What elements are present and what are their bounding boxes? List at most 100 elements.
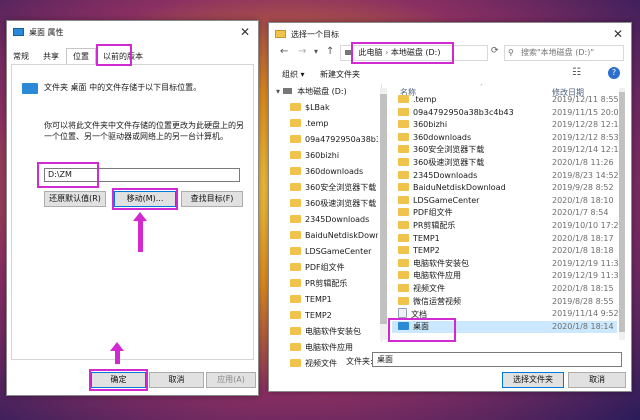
file-row[interactable]: PR剪辑配乐 2019/10/10 17:24 [392, 220, 624, 233]
tree-item-label: LDSGameCenter [305, 247, 372, 256]
folder-icon [290, 327, 301, 335]
folder-icon [290, 183, 301, 191]
view-icon[interactable]: ☷ [572, 67, 581, 78]
search-icon: ⚲ [508, 48, 514, 57]
file-row[interactable]: 360downloads 2019/12/12 8:53 [392, 132, 619, 145]
restore-default-button[interactable]: 还原默认值(R) [44, 191, 106, 207]
tree-item[interactable]: 360downloads [290, 164, 378, 180]
refresh-icon[interactable]: ⟳ [491, 46, 499, 56]
address-bar[interactable]: 此电脑 › 本地磁盘 (D:) [340, 45, 488, 61]
organize-menu[interactable]: 组织 ▾ [282, 69, 305, 80]
select-folder-button[interactable]: 选择文件夹 [502, 372, 564, 388]
file-row[interactable]: LDSGameCenter 2020/1/8 18:10 [392, 195, 617, 208]
tree-scrollbar-thumb[interactable] [380, 94, 387, 324]
file-row[interactable]: 2345Downloads 2019/8/23 14:52 [392, 170, 619, 183]
tree-item[interactable]: 360极速浏览器下载 [290, 196, 378, 212]
file-row[interactable]: 电脑软件安装包 2019/12/19 11:35 [392, 258, 624, 271]
file-row[interactable]: 微信运营视频 2019/8/28 8:55 [392, 296, 617, 309]
file-row[interactable]: 电脑软件应用 2019/12/19 11:35 [392, 270, 624, 283]
tree-item[interactable]: BaiduNetdiskDownl [290, 228, 378, 244]
breadcrumb-drive-d[interactable]: 本地磁盘 (D:) [391, 48, 441, 57]
file-row[interactable]: 360bizhi 2019/12/28 12:10 [392, 119, 624, 132]
tree-item-label: PR剪辑配乐 [305, 279, 348, 288]
file-name: 视频文件 [413, 284, 445, 293]
search-input[interactable]: 搜索"本地磁盘 (D:)" [504, 45, 624, 61]
tab-location[interactable]: 位置 [66, 48, 96, 64]
tree-item[interactable]: TEMP2 [290, 308, 378, 324]
breadcrumb-this-pc[interactable]: 此电脑 [359, 48, 383, 57]
folder-name-input[interactable]: 桌面 [372, 352, 622, 367]
folder-icon [290, 359, 301, 367]
new-folder-button[interactable]: 新建文件夹 [320, 69, 360, 80]
folder-icon [290, 167, 301, 175]
tab-sharing[interactable]: 共享 [36, 48, 66, 64]
folder-icon [398, 258, 409, 267]
tree-item[interactable]: .temp [290, 116, 378, 132]
file-row[interactable]: 360极速浏览器下载 2020/1/8 11:26 [392, 157, 617, 170]
tree-item[interactable]: 09a4792950a38b3c4 [290, 132, 378, 148]
tree-root[interactable]: ▾ 本地磁盘 (D:) [276, 84, 347, 100]
tree-item[interactable]: PR剪辑配乐 [290, 276, 378, 292]
file-name: 360bizhi [413, 120, 448, 130]
tab-general[interactable]: 常规 [6, 48, 36, 64]
folder-icon [398, 145, 409, 154]
folder-icon [398, 221, 409, 229]
drive-icon [345, 50, 353, 55]
file-row[interactable]: 09a4792950a38b3c4b43 2019/11/15 20:02 [392, 107, 624, 120]
tree-item[interactable]: 360安全浏览器下载 [290, 180, 378, 196]
move-button[interactable]: 移动(M)... [114, 191, 176, 207]
file-row[interactable]: PDF组文件 2020/1/7 8:54 [392, 207, 617, 220]
location-description: 文件夹 桌面 中的文件存储于以下目标位置。 [44, 83, 202, 92]
close-icon[interactable]: ✕ [232, 25, 258, 39]
folder-icon [398, 158, 409, 166]
picker-cancel-button[interactable]: 取消 [568, 372, 626, 388]
file-row[interactable]: 360安全浏览器下载 2019/12/14 12:12 [392, 144, 624, 157]
up-icon[interactable]: ↑ [326, 46, 334, 57]
ok-button[interactable]: 确定 [91, 372, 146, 388]
back-icon[interactable]: ← [280, 46, 288, 57]
tree-item[interactable]: 电脑软件安装包 [290, 324, 378, 340]
folder-icon [398, 208, 409, 217]
file-date: 2019/9/28 8:52 [552, 183, 614, 193]
tree-item[interactable]: 2345Downloads [290, 212, 378, 228]
path-input[interactable]: D:\ZM [44, 168, 240, 182]
file-name: PDF组文件 [413, 208, 453, 218]
folder-icon [398, 107, 409, 116]
tree-item[interactable]: $LBak [290, 100, 378, 116]
file-row[interactable]: 视频文件 2020/1/8 18:15 [392, 283, 617, 296]
file-row[interactable]: TEMP1 2020/1/8 18:17 [392, 233, 617, 246]
help-icon[interactable]: ? [608, 67, 620, 79]
file-row[interactable]: BaiduNetdiskDownload 2019/9/28 8:52 [392, 182, 617, 195]
tree-scrollbar[interactable] [380, 88, 387, 340]
tree-item[interactable]: 360bizhi [290, 148, 378, 164]
tree-item-label: 360downloads [305, 167, 364, 176]
file-row[interactable]: 桌面 2020/1/8 18:14 [392, 320, 617, 334]
tab-previous-versions[interactable]: 以前的版本 [96, 48, 150, 64]
tree-item[interactable]: PDF组文件 [290, 260, 378, 276]
file-name: TEMP1 [413, 233, 440, 243]
folder-icon [398, 284, 409, 292]
folder-icon [290, 119, 301, 127]
file-scrollbar-thumb[interactable] [619, 92, 625, 332]
find-target-button[interactable]: 查找目标(F) [181, 191, 243, 207]
file-date: 2019/12/11 8:55 [552, 95, 619, 104]
tree-item-label: 2345Downloads [305, 215, 370, 224]
tree-item[interactable]: TEMP1 [290, 292, 378, 308]
file-row[interactable]: 文档 2019/11/14 9:52 [392, 308, 619, 321]
dialog-title: 选择一个目标 [291, 29, 339, 39]
file-scrollbar[interactable] [619, 88, 625, 340]
file-name: 360安全浏览器下载 [413, 145, 485, 155]
recent-icon[interactable]: ▾ [314, 47, 318, 56]
file-row[interactable]: .temp 2019/12/11 8:55 [392, 94, 619, 107]
file-row[interactable]: TEMP2 2020/1/8 18:18 [392, 245, 617, 258]
file-date: 2020/1/8 18:15 [552, 284, 614, 293]
file-date: 2020/1/8 18:14 [552, 321, 614, 331]
forward-icon[interactable]: → [298, 46, 306, 57]
tree-item[interactable]: LDSGameCenter [290, 244, 378, 260]
tab-bar: 常规 共享 位置 以前的版本 [6, 48, 150, 64]
file-name: 2345Downloads [413, 170, 478, 180]
tree-item[interactable]: 电脑软件应用 [290, 340, 378, 356]
tree-item-label: 360极速浏览器下载 [305, 199, 377, 208]
cancel-button[interactable]: 取消 [149, 372, 204, 388]
close-icon[interactable]: ✕ [605, 27, 631, 41]
